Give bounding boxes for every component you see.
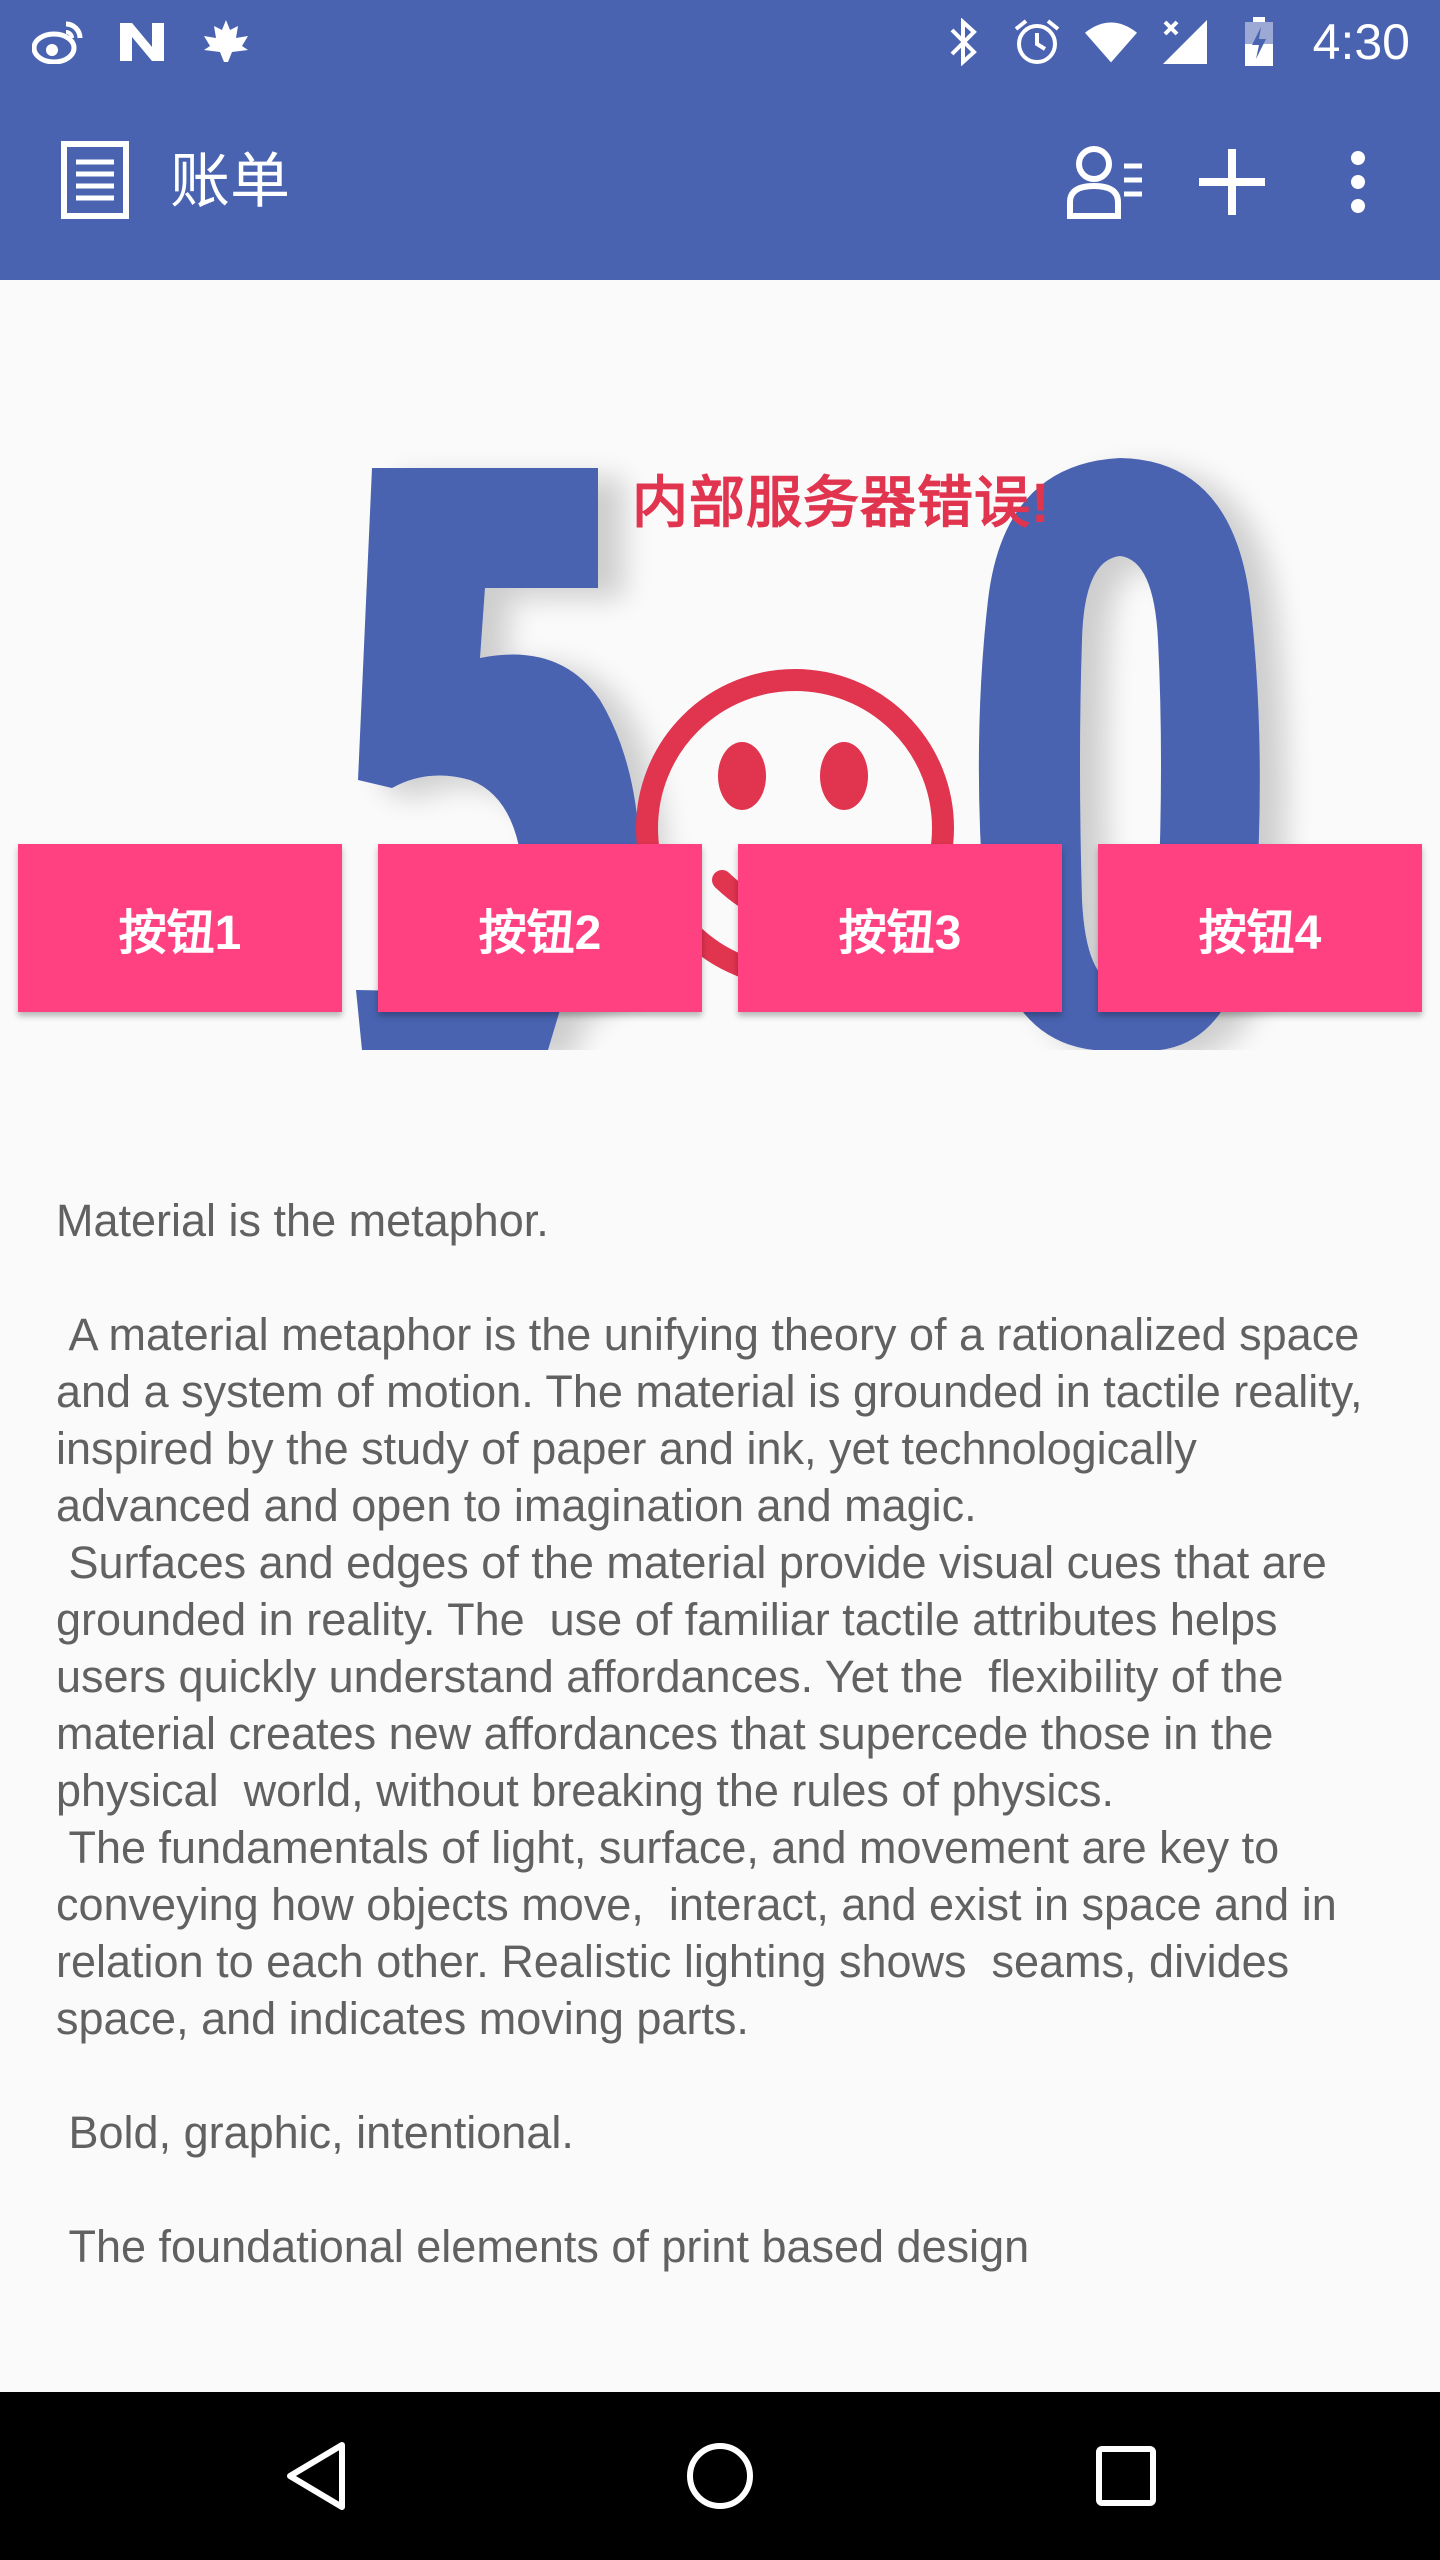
banner-error-text: 内部服务器错误! [632,471,1051,534]
wifi-icon [1084,16,1137,68]
alarm-icon [1011,16,1063,68]
app-bar: 4:30 账单 [0,0,1440,280]
status-bar: 4:30 [0,0,1440,84]
status-time: 4:30 [1312,14,1410,70]
weibo-icon [32,16,84,68]
contacts-list-icon[interactable] [1064,140,1148,224]
page-title: 账单 [170,148,290,215]
n-app-icon [116,16,168,68]
button-3[interactable]: 按钮3 [738,844,1062,1012]
button-row: 按钮1 按钮2 按钮3 按钮4 [18,844,1422,1012]
button-4[interactable]: 按钮4 [1098,844,1422,1012]
battery-charging-icon [1233,16,1285,68]
back-triangle-icon[interactable] [272,2432,360,2520]
bluetooth-icon [937,16,989,68]
recents-square-icon[interactable] [1082,2432,1170,2520]
toolbar: 账单 [0,84,1440,280]
document-list-icon [60,140,130,225]
cellular-no-signal-icon [1159,16,1211,68]
material-description-text: Material is the metaphor. A material met… [56,1195,1363,2272]
home-circle-icon[interactable] [676,2432,764,2520]
button-1[interactable]: 按钮1 [18,844,342,1012]
button-2[interactable]: 按钮2 [378,844,702,1012]
navigation-bar [0,2392,1440,2560]
add-icon[interactable] [1190,140,1274,224]
more-vert-icon[interactable] [1316,140,1400,224]
maple-leaf-icon [200,16,252,68]
